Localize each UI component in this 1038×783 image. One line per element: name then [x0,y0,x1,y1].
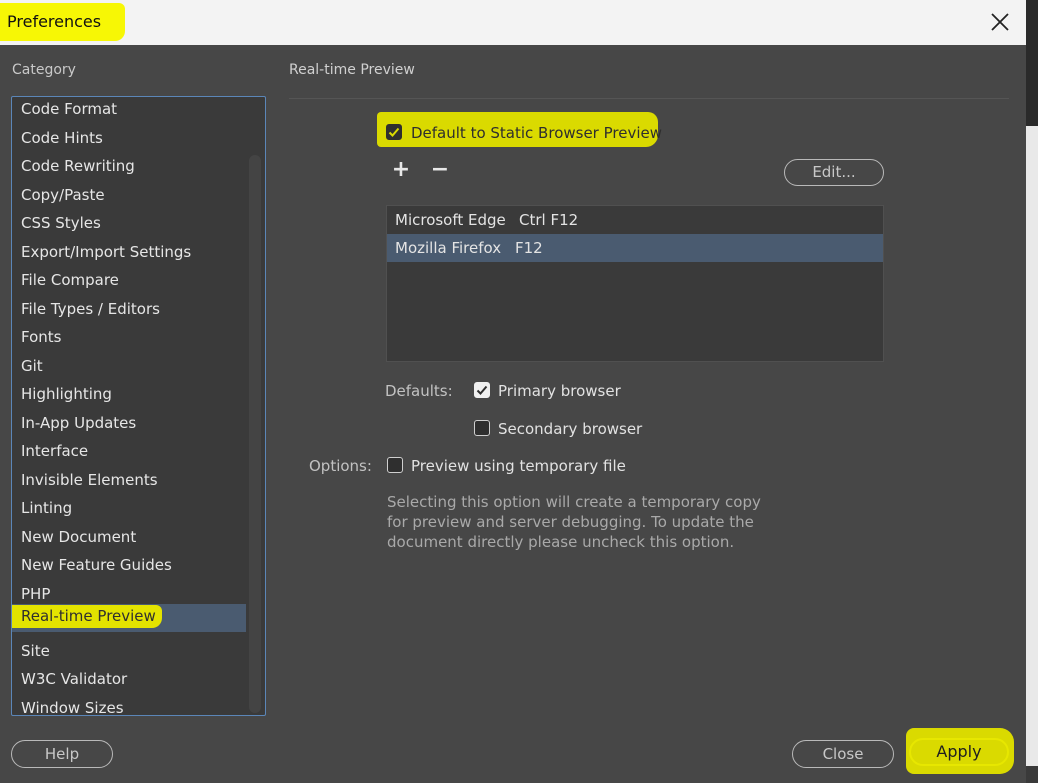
checkmark-icon [476,385,488,395]
preferences-dialog: Preferences Category Code Format Code Hi… [0,0,1026,783]
temp-file-checkbox[interactable] [387,457,403,473]
options-label: Options: [309,457,372,475]
category-item-new-document[interactable]: New Document [12,525,246,553]
category-item-file-compare[interactable]: File Compare [12,268,246,296]
category-item-copy-paste[interactable]: Copy/Paste [12,183,246,211]
category-item-real-time-preview[interactable]: Real-time Preview [12,604,246,632]
category-item-invisible-elements[interactable]: Invisible Elements [12,468,246,496]
close-button[interactable]: Close [792,740,894,768]
category-item-site[interactable]: Site [12,639,246,667]
edit-browser-button[interactable]: Edit... [784,159,884,186]
category-item-code-format[interactable]: Code Format [12,97,246,125]
background-panel [1026,126,1038,766]
remove-browser-button[interactable]: − [430,159,450,181]
category-item-git[interactable]: Git [12,354,246,382]
category-label: Category [12,62,76,78]
title-bar: Preferences [0,0,1026,45]
category-item-w3c-validator[interactable]: W3C Validator [12,667,246,695]
category-item-file-types-editors[interactable]: File Types / Editors [12,297,246,325]
primary-browser-label: Primary browser [498,382,621,400]
category-item-highlighting[interactable]: Highlighting [12,382,246,410]
category-item-code-rewriting[interactable]: Code Rewriting [12,154,246,182]
category-item-fonts[interactable]: Fonts [12,325,246,353]
close-icon[interactable] [988,10,1012,34]
background-window-edge [1026,0,1038,783]
category-item-code-hints[interactable]: Code Hints [12,126,246,154]
help-button[interactable]: Help [11,740,113,768]
category-item-interface[interactable]: Interface [12,439,246,467]
primary-browser-checkbox[interactable] [474,382,490,398]
defaults-label: Defaults: [385,382,453,400]
section-divider [289,98,1009,99]
section-title: Real-time Preview [289,62,415,78]
category-item-export-import-settings[interactable]: Export/Import Settings [12,240,246,268]
window-title: Preferences [0,3,126,41]
category-item-new-feature-guides[interactable]: New Feature Guides [12,553,246,581]
category-scrollbar[interactable] [249,155,261,713]
category-list[interactable]: Code Format Code Hints Code Rewriting Co… [11,96,266,716]
temp-file-description: Selecting this option will create a temp… [387,493,761,551]
browser-list[interactable]: Microsoft Edge Ctrl F12 Mozilla Firefox … [386,205,884,362]
temp-file-label: Preview using temporary file [411,457,626,475]
category-item-linting[interactable]: Linting [12,496,246,524]
category-item-in-app-updates[interactable]: In-App Updates [12,411,246,439]
category-item-css-styles[interactable]: CSS Styles [12,211,246,239]
static-preview-label: Default to Static Browser Preview [411,124,663,142]
add-browser-button[interactable]: + [391,159,411,181]
browser-row-microsoft-edge[interactable]: Microsoft Edge Ctrl F12 [387,206,883,234]
static-preview-checkbox[interactable] [386,124,402,140]
apply-button[interactable]: Apply [909,738,1009,766]
browser-row-mozilla-firefox[interactable]: Mozilla Firefox F12 [387,234,883,262]
background-corner [1026,766,1038,783]
secondary-browser-label: Secondary browser [498,420,643,438]
secondary-browser-checkbox[interactable] [474,420,490,436]
checkmark-icon [388,127,400,137]
apply-highlight: Apply [906,728,1014,774]
category-item-window-sizes[interactable]: Window Sizes [12,696,246,716]
